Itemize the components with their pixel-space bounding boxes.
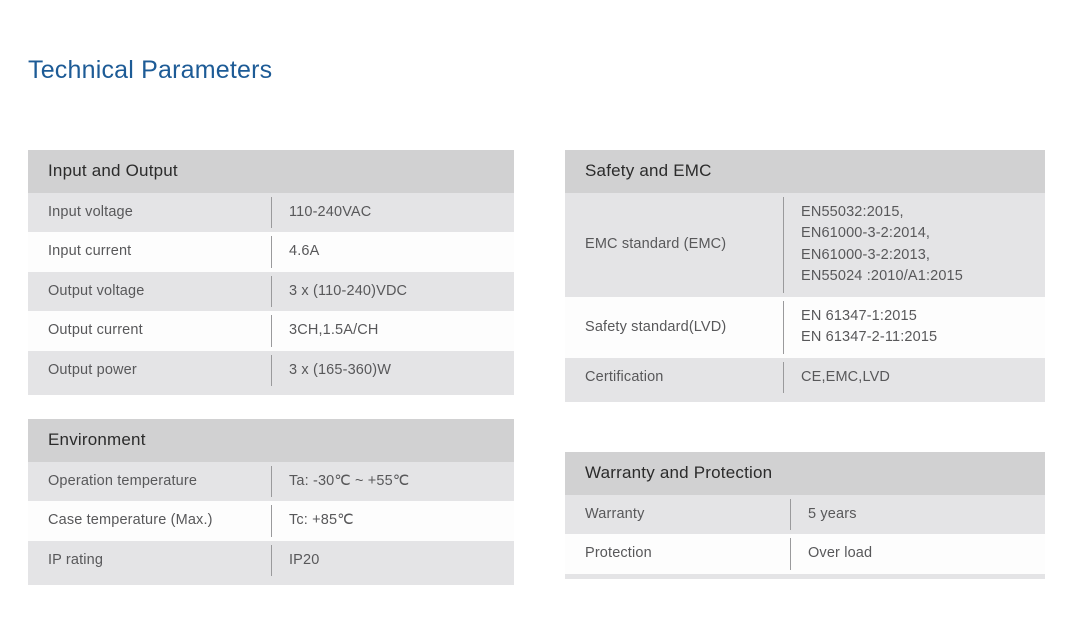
row-label: Output voltage: [48, 282, 145, 299]
table-row: Safety standard(LVD) EN 61347-1:2015 EN …: [565, 296, 1045, 358]
table-bottom-strip: [28, 390, 514, 396]
table-row: Input voltage 110-240VAC: [28, 193, 514, 233]
table-row: Input current 4.6A: [28, 232, 514, 272]
table-row: Case temperature (Max.) Tc: +85℃: [28, 501, 514, 541]
row-value-line: EN 61347-1:2015: [801, 307, 917, 324]
row-value: 3 x (165-360)W: [289, 361, 392, 378]
row-label: Operation temperature: [48, 473, 198, 489]
row-value: 4.6A: [289, 243, 320, 260]
table-row: Output current 3CH,1.5A/CH: [28, 311, 514, 351]
table-row: Operation temperature Ta: -30℃ ~ +55℃: [28, 462, 514, 502]
row-label: Case temperature (Max.): [48, 512, 213, 529]
row-value: 3 x (110-240)VDC: [289, 282, 408, 299]
row-value-line: EN55024 :2010/A1:2015: [801, 268, 963, 285]
table-row: Warranty 5 years: [565, 495, 1045, 535]
row-label: Output current: [48, 322, 143, 339]
row-value: 5 years: [808, 506, 857, 522]
table-header-safety-and-emc: Safety and EMC: [565, 150, 1045, 193]
row-value-line: CE,EMC,LVD: [801, 368, 891, 385]
row-label: Input current: [48, 243, 132, 260]
table-header-input-and-output: Input and Output: [28, 150, 514, 193]
row-value-line: EN 61347-2-11:2015: [801, 329, 938, 346]
row-label: Certification: [585, 368, 664, 385]
table-header-environment: Environment: [28, 419, 514, 462]
table-row: Certification CE,EMC,LVD: [565, 357, 1045, 398]
row-value: EN 61347-1:2015 EN 61347-2-11:2015: [783, 297, 1045, 358]
table-row: IP rating IP20: [28, 540, 514, 581]
table-bottom-strip: [565, 397, 1045, 403]
page-title: Technical Parameters: [28, 56, 273, 84]
table-row: Protection Over load: [565, 534, 1045, 574]
row-label: Input voltage: [48, 204, 133, 220]
row-value: EN55032:2015, EN61000-3-2:2014, EN61000-…: [783, 193, 1045, 297]
row-label: EMC standard (EMC): [585, 236, 727, 253]
row-value: Ta: -30℃ ~ +55℃: [289, 473, 410, 489]
table-environment: Environment Operation temperature Ta: -3…: [28, 419, 514, 586]
row-value-line: EN61000-3-2:2013,: [801, 246, 931, 263]
table-warranty-and-protection: Warranty and Protection Warranty 5 years…: [565, 452, 1045, 579]
row-value: Over load: [808, 545, 873, 562]
table-bottom-strip: [565, 573, 1045, 579]
row-value: IP20: [289, 551, 320, 568]
table-row: Output voltage 3 x (110-240)VDC: [28, 271, 514, 312]
row-value: 3CH,1.5A/CH: [289, 322, 379, 339]
table-input-and-output: Input and Output Input voltage 110-240VA…: [28, 150, 514, 396]
row-label: Safety standard(LVD): [585, 318, 727, 335]
table-safety-and-emc: Safety and EMC EMC standard (EMC) EN5503…: [565, 150, 1045, 403]
row-value: 110-240VAC: [289, 204, 372, 220]
row-value-line: EN55032:2015,: [801, 204, 904, 220]
table-row: Output power 3 x (165-360)W: [28, 350, 514, 391]
row-label: IP rating: [48, 551, 104, 568]
row-value-line: EN61000-3-2:2014,: [801, 225, 931, 242]
table-bottom-strip: [28, 580, 514, 586]
row-label: Warranty: [585, 506, 645, 522]
table-row: EMC standard (EMC) EN55032:2015, EN61000…: [565, 193, 1045, 297]
row-value: Tc: +85℃: [289, 512, 354, 529]
row-value: CE,EMC,LVD: [783, 358, 1045, 397]
row-label: Protection: [585, 545, 652, 562]
table-header-warranty-and-protection: Warranty and Protection: [565, 452, 1045, 495]
row-label: Output power: [48, 361, 137, 378]
